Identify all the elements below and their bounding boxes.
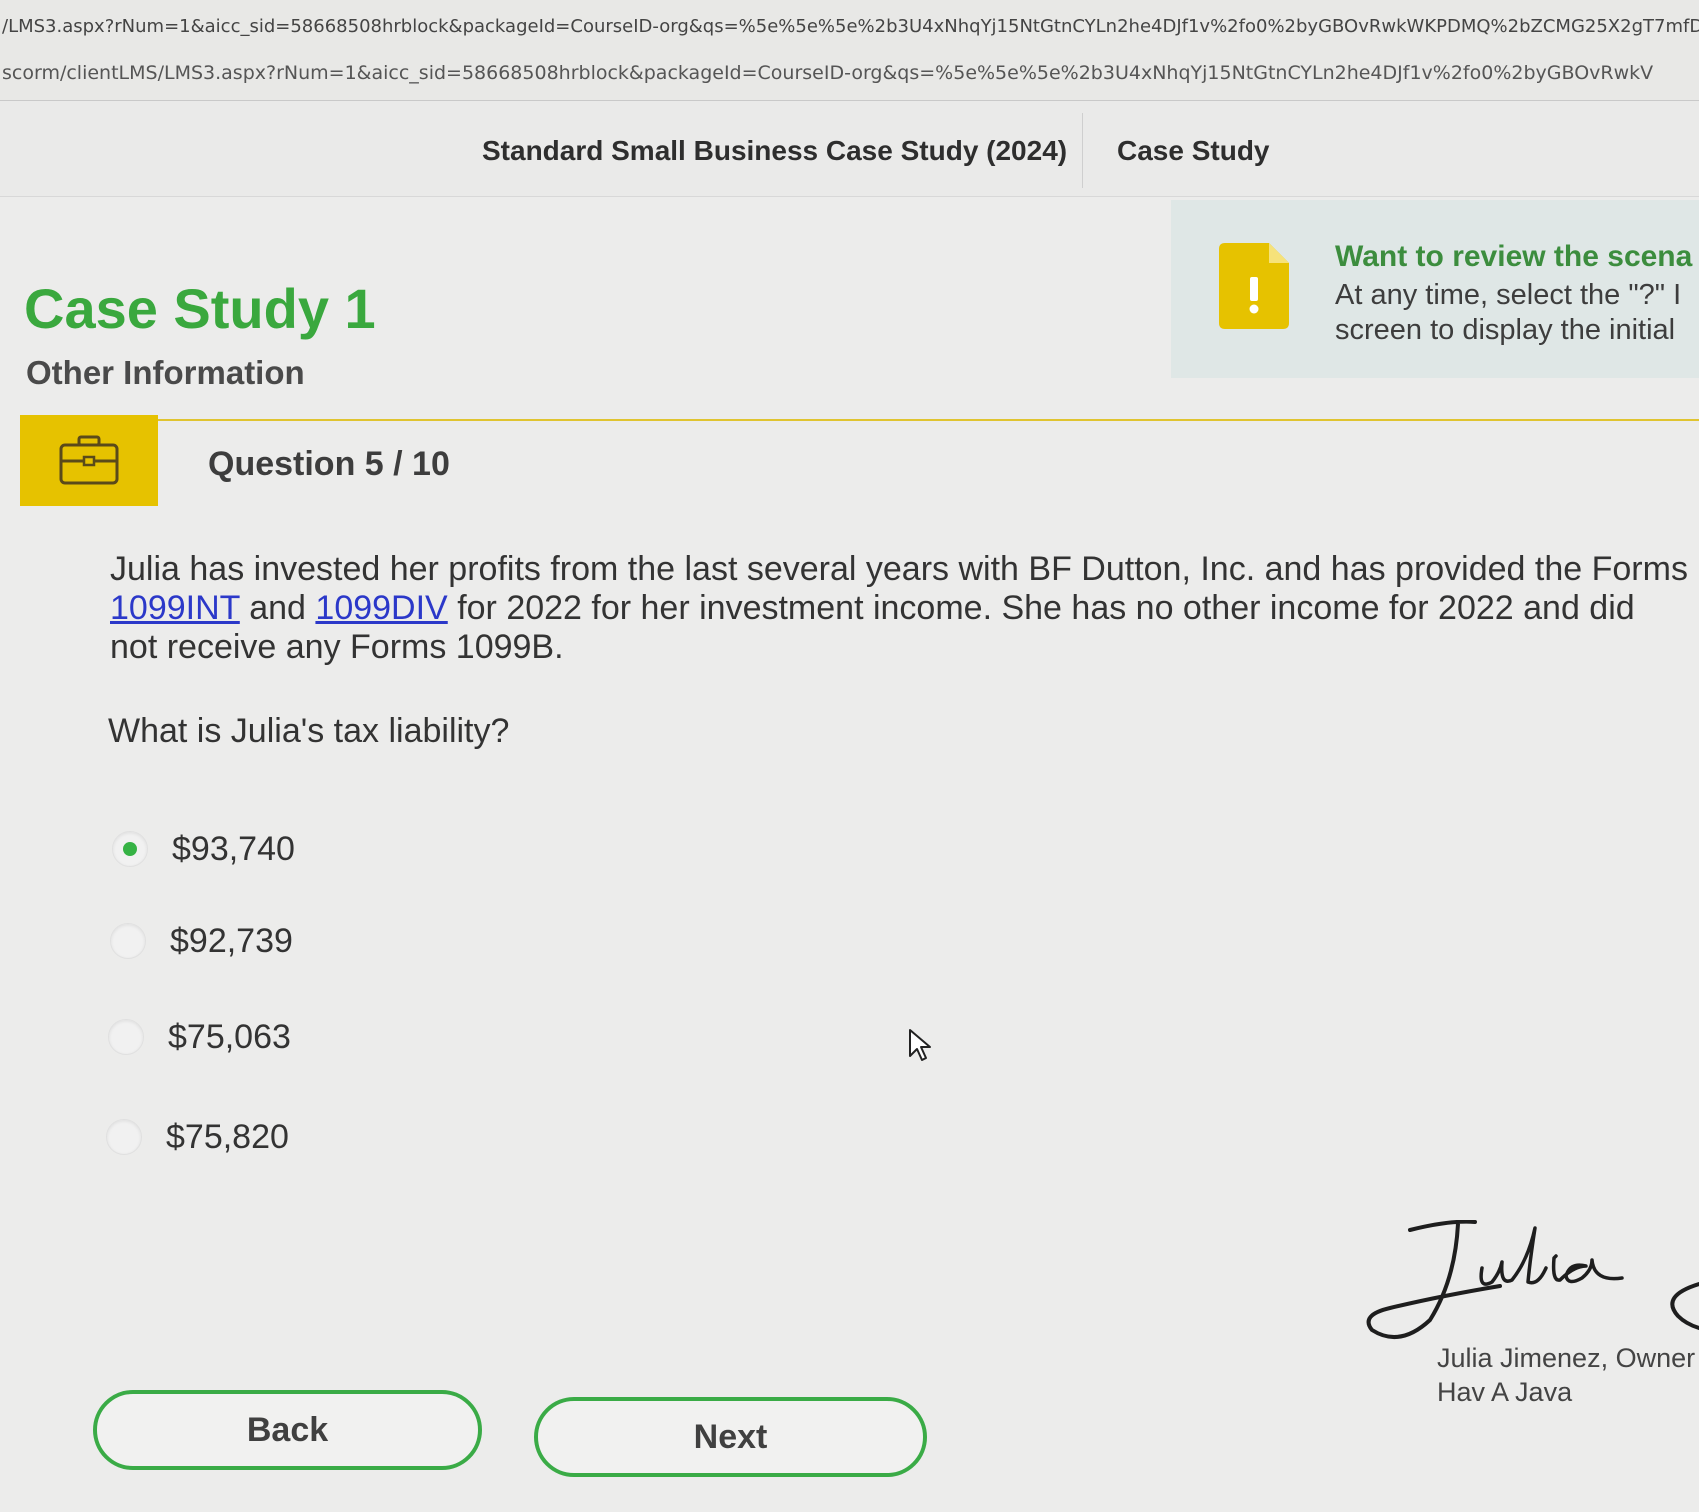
form-1099div-link[interactable]: 1099DIV [315, 589, 447, 627]
page-subtitle: Other Information [26, 354, 305, 391]
question-icon-band [20, 415, 158, 506]
question-prompt: What is Julia's tax liability? [108, 712, 510, 750]
question-text-part-2: and [239, 589, 316, 627]
answer-option-label[interactable]: $93,740 [172, 830, 295, 869]
answer-option-4[interactable]: $75,820 [106, 1112, 289, 1162]
review-text-line-1: At any time, select the "?" I [1335, 279, 1682, 311]
course-title: Standard Small Business Case Study (2024… [482, 135, 1068, 166]
nav-divider [1082, 113, 1083, 188]
next-button[interactable]: Next [534, 1397, 927, 1477]
review-scenario-panel: Want to review the scena At any time, se… [1171, 200, 1699, 378]
briefcase-icon [59, 435, 119, 485]
review-heading: Want to review the scena [1335, 240, 1693, 273]
signature-name: Julia Jimenez, Owner [1437, 1343, 1696, 1373]
url-text-line-2[interactable]: scorm/clientLMS/LMS3.aspx?rNum=1&aicc_si… [2, 62, 1699, 84]
answer-option-label[interactable]: $92,739 [170, 922, 293, 961]
url-text-line-1[interactable]: /LMS3.aspx?rNum=1&aicc_sid=58668508hrblo… [2, 16, 1699, 37]
radio-button[interactable] [108, 1019, 144, 1055]
answer-option-label[interactable]: $75,063 [168, 1018, 291, 1057]
radio-button-selected[interactable] [112, 831, 148, 867]
top-navigation: Standard Small Business Case Study (2024… [0, 101, 1699, 197]
answer-option-2[interactable]: $92,739 [110, 916, 293, 966]
review-text-line-2: screen to display the initial [1335, 314, 1676, 346]
radio-button[interactable] [110, 923, 146, 959]
question-header-rule [158, 419, 1699, 421]
document-alert-icon [1219, 243, 1289, 329]
question-text: Julia has invested her profits from the … [110, 550, 1690, 667]
signature-company: Hav A Java [1437, 1377, 1573, 1407]
browser-address-bar[interactable]: /LMS3.aspx?rNum=1&aicc_sid=58668508hrblo… [0, 0, 1699, 101]
mouse-pointer-icon [909, 1029, 931, 1061]
review-text: At any time, select the "?" I screen to … [1335, 278, 1681, 348]
owner-signature [1366, 1220, 1699, 1339]
form-1099int-link[interactable]: 1099INT [110, 589, 240, 627]
question-text-part-1: Julia has invested her profits from the … [110, 550, 1688, 588]
answer-option-label[interactable]: $75,820 [166, 1118, 289, 1157]
answer-option-3[interactable]: $75,063 [108, 1012, 291, 1062]
section-title: Case Study [1117, 135, 1270, 166]
radio-button[interactable] [106, 1119, 142, 1155]
back-button[interactable]: Back [93, 1390, 482, 1470]
answer-option-1[interactable]: $93,740 [112, 824, 295, 874]
question-counter: Question 5 / 10 [208, 445, 450, 483]
page-title: Case Study 1 [24, 277, 376, 340]
